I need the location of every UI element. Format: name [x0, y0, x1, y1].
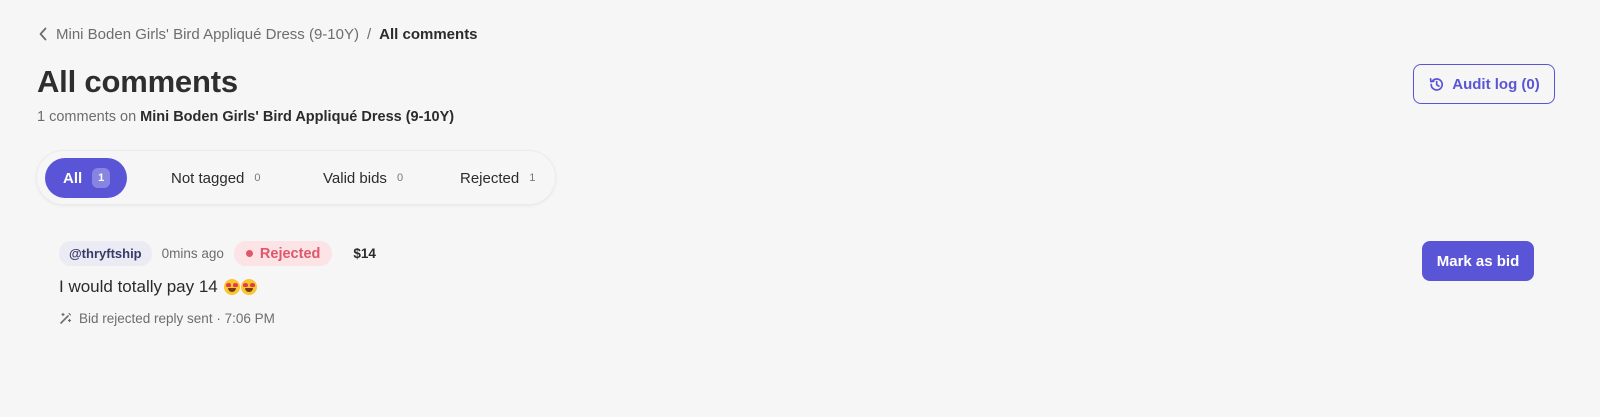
tab-label: Valid bids — [323, 169, 387, 187]
breadcrumb: Mini Boden Girls' Bird Appliqué Dress (9… — [38, 24, 478, 44]
tab-label: All — [63, 169, 83, 187]
chevron-left-icon[interactable] — [38, 27, 48, 41]
tab-all[interactable]: All 1 — [45, 158, 127, 198]
tab-rejected[interactable]: Rejected 1 — [444, 158, 553, 198]
mark-as-bid-button[interactable]: Mark as bid — [1422, 241, 1534, 281]
heart-eyes-emoji-icon — [223, 279, 240, 295]
breadcrumb-separator: / — [367, 25, 372, 43]
tab-count: 1 — [92, 168, 111, 188]
breadcrumb-current: All comments — [379, 25, 478, 43]
history-icon — [1428, 76, 1445, 93]
heart-eyes-emoji-group — [223, 279, 257, 295]
comment-handle[interactable]: @thryftship — [59, 241, 152, 266]
status-badge: Rejected — [233, 241, 333, 266]
magic-wand-icon — [59, 312, 72, 325]
reply-status: Bid rejected reply sent · 7:06 PM — [59, 311, 1539, 326]
audit-log-button[interactable]: Audit log (0) — [1413, 64, 1555, 104]
comment-text: I would totally pay 14 — [59, 276, 1539, 298]
page: Mini Boden Girls' Bird Appliqué Dress (9… — [0, 0, 1600, 417]
status-dot-icon — [245, 250, 253, 257]
heart-eyes-emoji-icon — [240, 279, 257, 295]
breadcrumb-parent-link[interactable]: Mini Boden Girls' Bird Appliqué Dress (9… — [56, 26, 359, 43]
tab-label: Not tagged — [171, 169, 245, 187]
subtitle-product-name: Mini Boden Girls' Bird Appliqué Dress (9… — [140, 109, 455, 125]
status-label: Rejected — [259, 245, 321, 262]
tab-count: 0 — [254, 172, 261, 184]
comment-meta: @thryftship 0mins ago Rejected $14 — [59, 241, 1539, 266]
comment-body: I would totally pay 14 — [59, 277, 218, 296]
page-subtitle: 1 comments on Mini Boden Girls' Bird App… — [37, 109, 454, 125]
tab-valid-bids[interactable]: Valid bids 0 — [307, 158, 421, 198]
filter-tabs: All 1 Not tagged 0 Valid bids 0 Rejected… — [36, 150, 556, 205]
tab-count: 1 — [529, 172, 536, 184]
comment-time: 0mins ago — [161, 246, 224, 261]
tab-not-tagged[interactable]: Not tagged 0 — [155, 158, 279, 198]
tab-label: Rejected — [460, 169, 520, 187]
tab-count: 0 — [396, 172, 404, 184]
subtitle-prefix: 1 comments on — [37, 109, 137, 125]
comment-item: @thryftship 0mins ago Rejected $14 I wou… — [59, 241, 1539, 326]
audit-log-label: Audit log (0) — [1452, 75, 1540, 93]
page-title: All comments — [37, 64, 238, 99]
reply-status-text: Bid rejected reply sent · 7:06 PM — [79, 311, 275, 326]
bid-price: $14 — [353, 246, 376, 261]
